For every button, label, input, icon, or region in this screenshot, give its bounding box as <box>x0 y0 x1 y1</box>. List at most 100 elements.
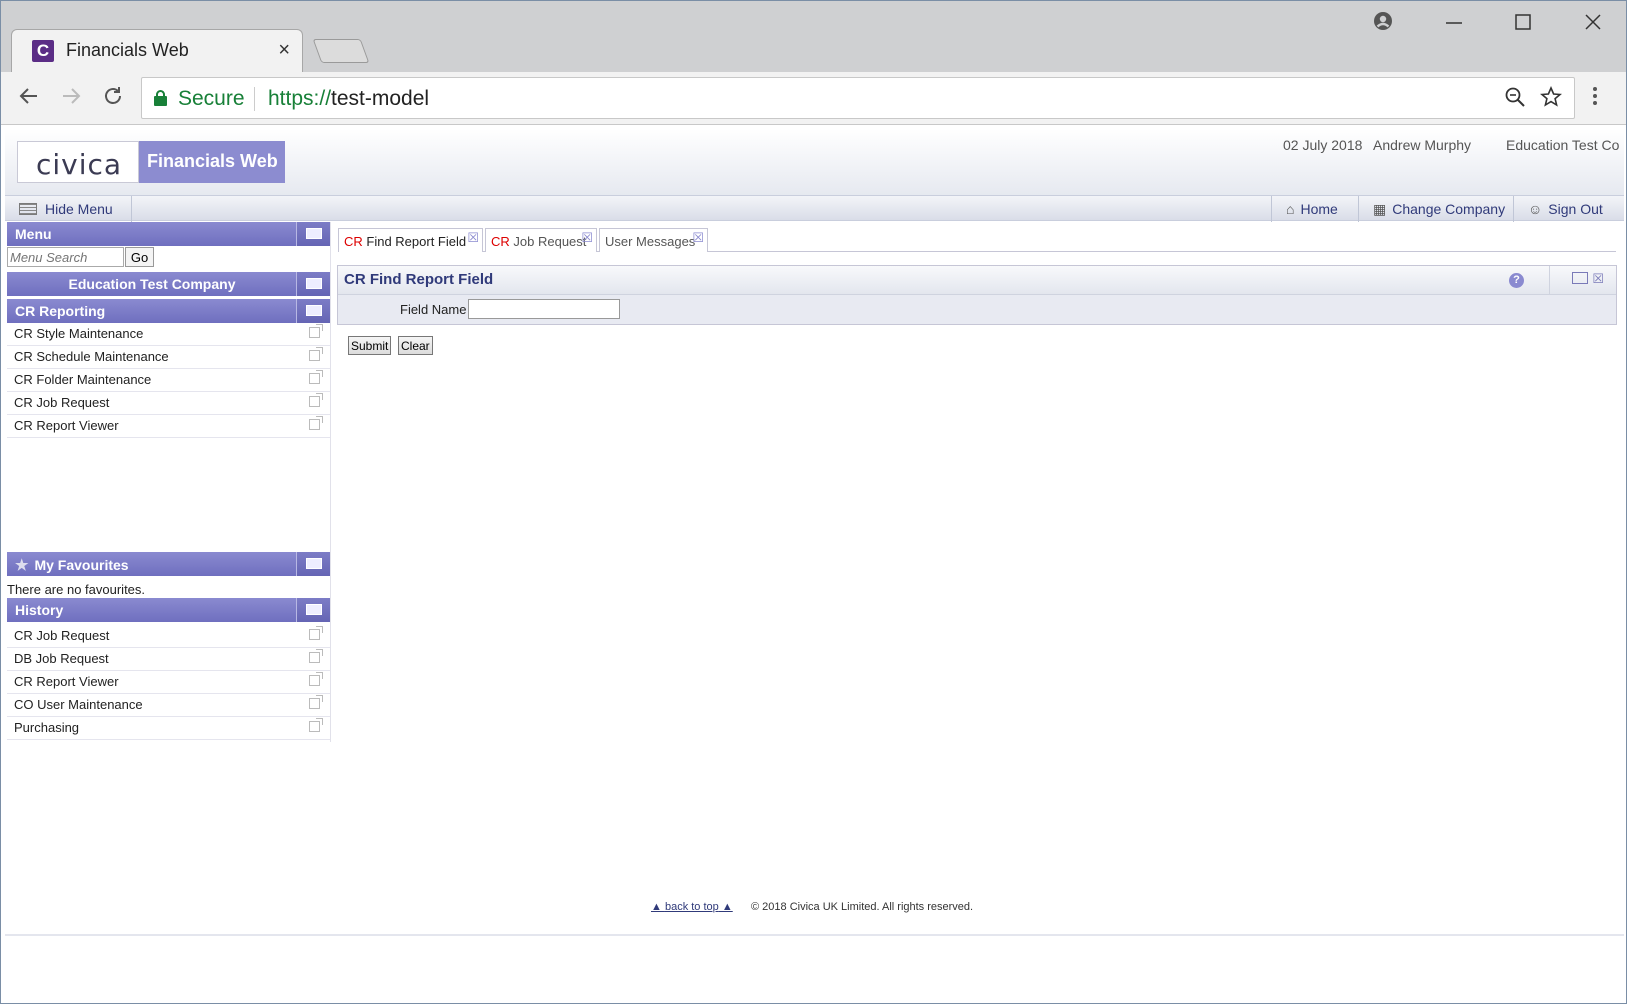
hide-menu-button[interactable]: Hide Menu <box>19 201 113 217</box>
tab-close-icon[interactable]: ☒ <box>581 230 593 246</box>
panel-toggle-icon[interactable] <box>296 222 330 246</box>
open-window-icon[interactable] <box>309 672 323 686</box>
back-arrow-icon[interactable] <box>17 84 41 115</box>
menu-item-cr-report-viewer[interactable]: CR Report Viewer <box>7 415 330 438</box>
tab-cr-job-request[interactable]: CR Job Request ☒ <box>485 228 597 252</box>
company-panel-header[interactable]: Education Test Company <box>7 272 330 296</box>
module-panel-header[interactable]: CR Reporting <box>7 299 330 323</box>
history-item-label: CO User Maintenance <box>14 697 143 712</box>
find-report-field-panel: CR Find Report Field ? ☒ Field Name <box>337 265 1617 325</box>
panel-title: CR Find Report Field <box>344 271 494 288</box>
home-label: Home <box>1300 201 1338 217</box>
sign-out-link[interactable]: ☺ Sign Out <box>1528 201 1603 217</box>
minimize-icon[interactable] <box>1445 11 1463 37</box>
open-window-icon[interactable] <box>309 347 323 361</box>
app-menubar: Hide Menu ⌂ Home ▦ Change Company ☺ Sign Ou… <box>5 195 1624 222</box>
module-up-icon[interactable] <box>296 299 330 323</box>
tab-close-icon[interactable]: ☒ <box>467 230 479 246</box>
open-window-icon[interactable] <box>309 649 323 663</box>
tab-user-messages[interactable]: User Messages ☒ <box>599 228 708 252</box>
panel-close-icon[interactable]: ☒ <box>1592 271 1604 287</box>
company-title: Education Test Company <box>68 276 236 292</box>
menu-item-cr-style-maintenance[interactable]: CR Style Maintenance <box>7 323 330 346</box>
hide-menu-icon <box>19 203 37 215</box>
maximize-icon[interactable] <box>1514 11 1532 37</box>
zoom-icon[interactable] <box>1504 86 1526 114</box>
open-window-icon[interactable] <box>309 324 323 338</box>
history-item-cr-job-request[interactable]: CR Job Request <box>7 625 330 648</box>
browser-toolbar: Secure https://test-model <box>1 72 1626 125</box>
open-window-icon[interactable] <box>309 718 323 732</box>
tab-prefix: CR <box>344 234 363 249</box>
sign-out-label: Sign Out <box>1548 201 1603 217</box>
url-text[interactable]: https://test-model <box>268 87 429 111</box>
product-badge: Financials Web <box>139 141 285 183</box>
change-company-label: Change Company <box>1392 201 1506 217</box>
tab-prefix: CR <box>491 234 510 249</box>
bookmark-star-icon[interactable] <box>1540 85 1562 114</box>
history-item-purchasing[interactable]: Purchasing <box>7 717 330 740</box>
current-user: Andrew Murphy <box>1373 137 1472 153</box>
field-name-label: Field Name <box>400 302 467 317</box>
menu-item-label: CR Folder Maintenance <box>14 372 152 387</box>
menu-item-cr-job-request[interactable]: CR Job Request <box>7 392 330 415</box>
browser-menu-icon[interactable] <box>1591 84 1599 115</box>
profile-icon[interactable] <box>1373 11 1393 37</box>
history-item-co-user-maintenance[interactable]: CO User Maintenance <box>7 694 330 717</box>
open-window-icon[interactable] <box>309 393 323 407</box>
address-bar[interactable]: Secure https://test-model <box>141 77 1575 119</box>
history-title: History <box>15 602 64 618</box>
home-link[interactable]: ⌂ Home <box>1286 201 1338 217</box>
menu-item-label: CR Report Viewer <box>14 418 119 433</box>
menu-item-cr-schedule-maintenance[interactable]: CR Schedule Maintenance <box>7 346 330 369</box>
open-window-icon[interactable] <box>309 416 323 430</box>
user-icon: ☺ <box>1528 201 1543 217</box>
menu-item-cr-folder-maintenance[interactable]: CR Folder Maintenance <box>7 369 330 392</box>
history-toggle-icon[interactable] <box>296 598 330 622</box>
favourites-panel-header[interactable]: ★ My Favourites <box>7 552 330 576</box>
window-close-icon[interactable] <box>1584 11 1602 37</box>
open-window-icon[interactable] <box>309 370 323 384</box>
reload-icon[interactable] <box>101 84 125 115</box>
menu-item-label: CR Style Maintenance <box>14 326 144 341</box>
history-item-label: CR Report Viewer <box>14 674 119 689</box>
history-item-label: DB Job Request <box>14 651 109 666</box>
menu-search-input[interactable] <box>7 247 124 267</box>
back-to-top-link[interactable]: ▲ back to top ▲ <box>651 901 733 913</box>
company-toggle-icon[interactable] <box>296 272 330 296</box>
field-name-input[interactable] <box>468 299 620 319</box>
new-tab-button[interactable] <box>312 39 370 63</box>
tab-label: Job Request <box>509 234 587 249</box>
menu-item-label: CR Schedule Maintenance <box>14 349 169 364</box>
back-to-top-label: back to top <box>664 901 719 913</box>
star-icon: ★ <box>15 557 29 574</box>
history-item-label: CR Job Request <box>14 628 110 643</box>
open-window-icon[interactable] <box>309 626 323 640</box>
tab-cr-find-report-field[interactable]: CR Find Report Field ☒ <box>338 228 483 252</box>
browser-window: C Financials Web × Secure https://test-m… <box>0 0 1627 1004</box>
open-window-icon[interactable] <box>309 695 323 709</box>
history-item-cr-report-viewer[interactable]: CR Report Viewer <box>7 671 330 694</box>
browser-tab-title: Financials Web <box>66 40 189 60</box>
menu-search-go-button[interactable]: Go <box>125 247 154 267</box>
menu-item-label: CR Job Request <box>14 395 110 410</box>
submit-button[interactable]: Submit <box>348 336 392 355</box>
browser-tab[interactable]: C Financials Web × <box>11 29 303 72</box>
tab-close-icon[interactable]: ☒ <box>692 230 704 246</box>
current-company: Education Test Co <box>1506 137 1620 153</box>
content-tabs: CR Find Report Field ☒ CR Job Request ☒ … <box>338 228 1616 252</box>
history-panel-header[interactable]: History <box>7 598 330 622</box>
clear-button[interactable]: Clear <box>398 336 433 355</box>
tab-close-icon[interactable]: × <box>278 39 290 62</box>
history-item-db-job-request[interactable]: DB Job Request <box>7 648 330 671</box>
help-icon[interactable]: ? <box>1509 273 1524 288</box>
url-scheme: https:// <box>268 87 332 110</box>
change-company-link[interactable]: ▦ Change Company <box>1373 201 1505 218</box>
browser-titlebar: C Financials Web × <box>1 1 1626 72</box>
favourites-empty-text: There are no favourites. <box>7 582 146 597</box>
favourites-toggle-icon[interactable] <box>296 552 330 576</box>
lock-icon <box>154 90 167 106</box>
panel-maximize-icon[interactable] <box>1572 272 1588 284</box>
copyright-text: © 2018 Civica UK Limited. All rights res… <box>751 901 974 913</box>
forward-arrow-icon[interactable] <box>59 84 83 115</box>
